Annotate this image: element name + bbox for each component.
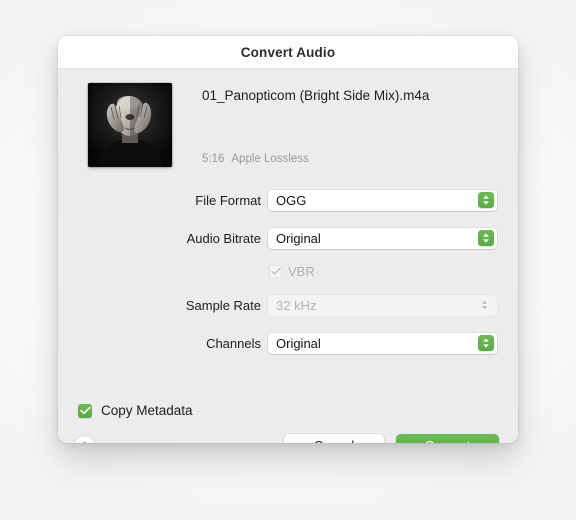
checkmark-icon	[78, 403, 92, 418]
channels-select[interactable]: Original	[268, 332, 497, 354]
chevron-up-down-icon	[478, 230, 494, 246]
dialog-titlebar: Convert Audio	[58, 36, 518, 69]
chevron-up-down-icon	[478, 192, 494, 208]
label-sample-rate: Sample Rate	[185, 297, 261, 313]
dialog-footer: ? Cancel Convert	[58, 434, 518, 443]
cancel-button[interactable]: Cancel	[284, 434, 384, 443]
audio-bitrate-value: Original	[276, 230, 321, 246]
file-meta: 01_Panopticom (Bright Side Mix).m4a 5:16…	[202, 83, 429, 167]
dialog-title: Convert Audio	[240, 44, 336, 60]
file-format: Apple Lossless	[231, 153, 309, 165]
row-channels: Channels Original	[58, 329, 518, 357]
file-format-value: OGG	[276, 192, 307, 208]
album-artwork-icon	[88, 83, 172, 167]
label-file-format: File Format	[195, 192, 261, 208]
checkmark-icon	[269, 264, 282, 278]
row-audio-bitrate: Audio Bitrate Original	[58, 224, 518, 252]
convert-button[interactable]: Convert	[396, 434, 499, 443]
sample-rate-value: 32 kHz	[276, 297, 317, 313]
label-channels: Channels	[206, 335, 261, 351]
chevron-up-down-icon	[476, 297, 492, 313]
row-vbr: VBR	[58, 261, 518, 281]
help-button[interactable]: ?	[74, 436, 95, 443]
vbr-checkbox: VBR	[261, 264, 315, 279]
label-audio-bitrate: Audio Bitrate	[186, 230, 261, 246]
chevron-up-down-icon	[478, 335, 494, 351]
copy-metadata-label: Copy Metadata	[101, 403, 193, 418]
file-subtitle: 5:16 Apple Lossless	[202, 153, 429, 167]
copy-metadata-checkbox[interactable]: Copy Metadata	[78, 403, 193, 418]
dialog-content: 01_Panopticom (Bright Side Mix).m4a 5:16…	[58, 69, 518, 443]
convert-audio-dialog: Convert Audio 01_Panopticom (Bright Side…	[58, 36, 518, 443]
channels-value: Original	[276, 335, 321, 351]
file-info-row: 01_Panopticom (Bright Side Mix).m4a 5:16…	[88, 83, 429, 167]
audio-bitrate-select[interactable]: Original	[268, 227, 497, 249]
conversion-settings-form: File Format OGG Audio Bitrate Original V…	[58, 186, 518, 367]
vbr-label: VBR	[288, 263, 315, 279]
row-sample-rate: Sample Rate 32 kHz	[58, 291, 518, 319]
file-format-select[interactable]: OGG	[268, 189, 497, 211]
file-name: 01_Panopticom (Bright Side Mix).m4a	[202, 88, 430, 103]
sample-rate-select: 32 kHz	[268, 294, 497, 316]
row-file-format: File Format OGG	[58, 186, 518, 214]
file-duration: 5:16	[202, 153, 225, 165]
